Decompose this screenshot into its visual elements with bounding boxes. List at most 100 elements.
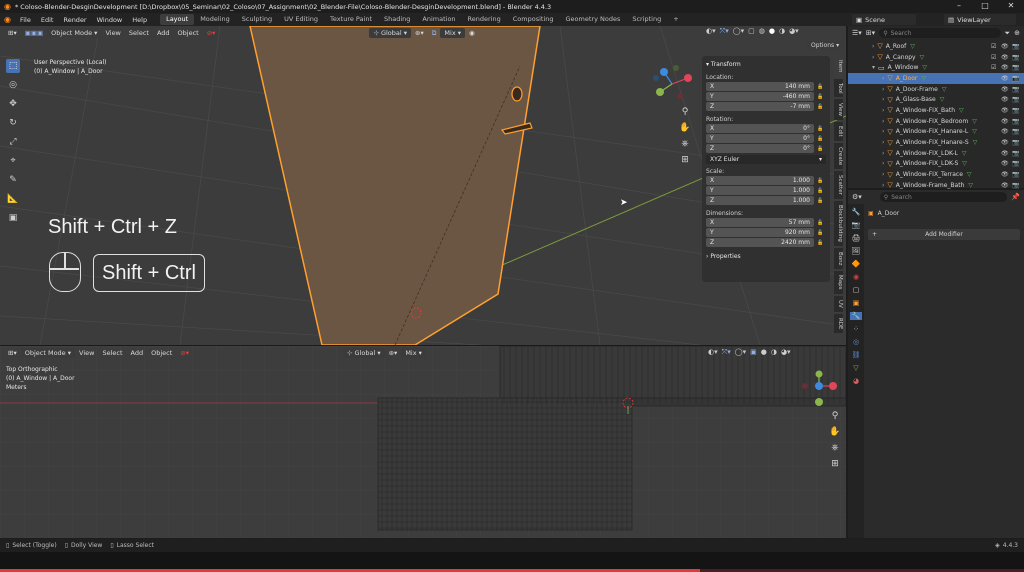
snap-icon-bottom[interactable]: ⊘▾ (176, 348, 193, 358)
expand-chevron-icon[interactable]: › (882, 118, 884, 125)
outliner-item[interactable]: › ▽ A_Window-FIX_Bedroom ▽ 👁 📷 (848, 116, 1024, 127)
location-y-field[interactable]: Y -460 mm (706, 92, 814, 101)
menu-view-bottom[interactable]: View (75, 348, 98, 358)
output-tab-icon[interactable]: 🖨 (852, 234, 861, 242)
lock-icon[interactable]: 🔓 (817, 198, 823, 204)
properties-search-input[interactable]: ⚲ Search (879, 192, 1008, 202)
transform-section-header[interactable]: ▾ Transform (706, 59, 826, 69)
expand-chevron-icon[interactable]: › (882, 75, 884, 82)
camera-icon[interactable]: 📷 (1012, 150, 1019, 157)
menu-window[interactable]: Window (92, 16, 128, 24)
sidebar-tab-blockbuilding[interactable]: Blockbuilding (834, 201, 843, 246)
tab-layout[interactable]: Layout (160, 14, 195, 25)
checkbox-icon[interactable]: ☑ (991, 54, 996, 61)
outliner-item[interactable]: › ▽ A_Window-FIX_LDK-L ▽ 👁 📷 (848, 148, 1024, 159)
rotation-x-field[interactable]: X 0° (706, 124, 814, 133)
ortho-grid-icon[interactable]: ⊞ (678, 152, 692, 168)
eye-icon[interactable]: 👁 (1001, 118, 1009, 125)
eye-icon[interactable]: 👁 (1001, 75, 1009, 82)
viewport-bottom[interactable]: ⊞▾ Object Mode ▾ View Select Add Object … (0, 346, 846, 538)
outliner-item[interactable]: › ▽ A_Canopy ▽ ☑ 👁 📷 (848, 52, 1024, 63)
tab-uv-editing[interactable]: UV Editing (278, 14, 324, 25)
sidebar-tab-item[interactable]: Item (834, 56, 843, 77)
tab-rendering[interactable]: Rendering (462, 14, 507, 25)
lock-icon[interactable]: 🔓 (817, 220, 823, 226)
camera-icon[interactable]: 📷 (1012, 139, 1019, 146)
shading-render-icon-bottom[interactable]: ◕▾ (781, 348, 791, 360)
tab-scripting[interactable]: Scripting (626, 14, 667, 25)
expand-chevron-icon[interactable]: › (882, 171, 884, 178)
expand-chevron-icon[interactable]: › (882, 107, 884, 114)
tab-sculpting[interactable]: Sculpting (236, 14, 278, 25)
lock-icon[interactable]: 🔓 (817, 146, 823, 152)
ortho-grid-icon-bottom[interactable]: ⊞ (828, 456, 842, 472)
outliner-item[interactable]: › ▽ A_Window-FIX_LDK-S ▽ 👁 📷 (848, 159, 1024, 170)
outliner-editor-icon[interactable]: ☰▾ (852, 29, 862, 37)
scale-tool-icon[interactable]: ⤢ (6, 135, 20, 149)
checkbox-icon[interactable]: ☑ (991, 64, 996, 71)
shading-material-icon-bottom[interactable]: ◑ (771, 348, 777, 360)
outliner-item[interactable]: ▾ ▭ A_Window ▽ ☑ 👁 📷 (848, 62, 1024, 73)
maximize-button[interactable]: □ (972, 0, 998, 13)
menu-object-bottom[interactable]: Object (147, 348, 176, 358)
object-mode-dropdown[interactable]: Object Mode ▾ (47, 28, 102, 38)
overlay-toggle-icon[interactable]: ◯▾ (733, 27, 744, 39)
outliner-item[interactable]: › ▽ A_Door-Frame ▽ 👁 📷 (848, 84, 1024, 95)
scale-z-field[interactable]: Z 1.000 (706, 196, 814, 205)
pivot-icon[interactable]: ⊛▾ (411, 28, 428, 38)
rotation-z-field[interactable]: Z 0° (706, 144, 814, 153)
zoom-icon-bottom[interactable]: ⚲ (828, 408, 842, 424)
editor-type-icon[interactable]: ⊞▾ (4, 28, 21, 38)
camera-icon[interactable]: 📷 (1012, 54, 1019, 61)
transform-tool-icon[interactable]: ⌖ (6, 154, 20, 168)
expand-chevron-icon[interactable]: › (882, 150, 884, 157)
properties-section-header[interactable]: › Properties (706, 251, 826, 261)
menu-render[interactable]: Render (58, 16, 91, 24)
expand-chevron-icon[interactable]: › (882, 139, 884, 146)
menu-file[interactable]: File (15, 16, 36, 24)
expand-chevron-icon[interactable]: › (872, 54, 874, 61)
camera-view-icon[interactable]: ⎈ (678, 136, 692, 152)
menu-edit[interactable]: Edit (36, 16, 59, 24)
eye-icon[interactable]: 👁 (1001, 160, 1009, 167)
tab-compositing[interactable]: Compositing (507, 14, 560, 25)
visibility-icon-bottom[interactable]: ◐▾ (708, 348, 718, 360)
overlay-toggle-icon-bottom[interactable]: ◯▾ (735, 348, 746, 360)
expand-chevron-icon[interactable]: ▾ (872, 64, 875, 71)
eye-icon[interactable]: 👁 (1001, 128, 1009, 135)
material-tab-icon[interactable]: ◕ (853, 377, 859, 385)
shading-material-icon[interactable]: ◑ (779, 27, 785, 39)
scene-selector[interactable]: ▣ Scene (852, 14, 916, 25)
tab-geometry-nodes[interactable]: Geometry Nodes (560, 14, 627, 25)
eye-icon[interactable]: 👁 (1001, 171, 1009, 178)
camera-icon[interactable]: 📷 (1012, 96, 1019, 103)
sidebar-tab-create[interactable]: Create (834, 142, 843, 170)
eye-icon[interactable]: 👁 (1001, 64, 1009, 71)
minimize-button[interactable]: – (946, 0, 972, 13)
menu-object[interactable]: Object (174, 28, 203, 38)
camera-icon[interactable]: 📷 (1012, 43, 1019, 50)
annotate-tool-icon[interactable]: ✎ (6, 173, 20, 187)
camera-icon[interactable]: 📷 (1012, 64, 1019, 71)
camera-view-icon-bottom[interactable]: ⎈ (828, 440, 842, 456)
dimensions-x-field[interactable]: X 57 mm (706, 218, 814, 227)
expand-chevron-icon[interactable]: › (882, 160, 884, 167)
pin-icon[interactable]: 📌 (1011, 193, 1020, 201)
shading-render-icon[interactable]: ◕▾ (789, 27, 799, 39)
object-tab-icon[interactable]: ▣ (853, 299, 860, 307)
outliner-item[interactable]: › ▽ A_Window-FIX_Bath ▽ 👁 📷 (848, 105, 1024, 116)
shading-solid-icon-bottom[interactable]: ● (761, 348, 767, 360)
shading-wire-icon[interactable]: ◍ (759, 27, 765, 39)
viewport-top[interactable]: ⊞▾ ▣▣▣ Object Mode ▾ View Select Add Obj… (0, 26, 846, 345)
scale-y-field[interactable]: Y 1.000 (706, 186, 814, 195)
eye-icon[interactable]: 👁 (1001, 139, 1009, 146)
sidebar-tab-tool[interactable]: Tool (834, 78, 843, 98)
eye-icon[interactable]: 👁 (1001, 54, 1009, 61)
sidebar-tab-rde[interactable]: RDE (834, 313, 843, 334)
menu-help[interactable]: Help (127, 16, 152, 24)
sidebar-tab-scatter[interactable]: Scatter (834, 171, 843, 200)
tab-modeling[interactable]: Modeling (194, 14, 236, 25)
scale-x-field[interactable]: X 1.000 (706, 176, 814, 185)
expand-chevron-icon[interactable]: › (882, 86, 884, 93)
physics-tab-icon[interactable]: ◎ (853, 338, 859, 346)
